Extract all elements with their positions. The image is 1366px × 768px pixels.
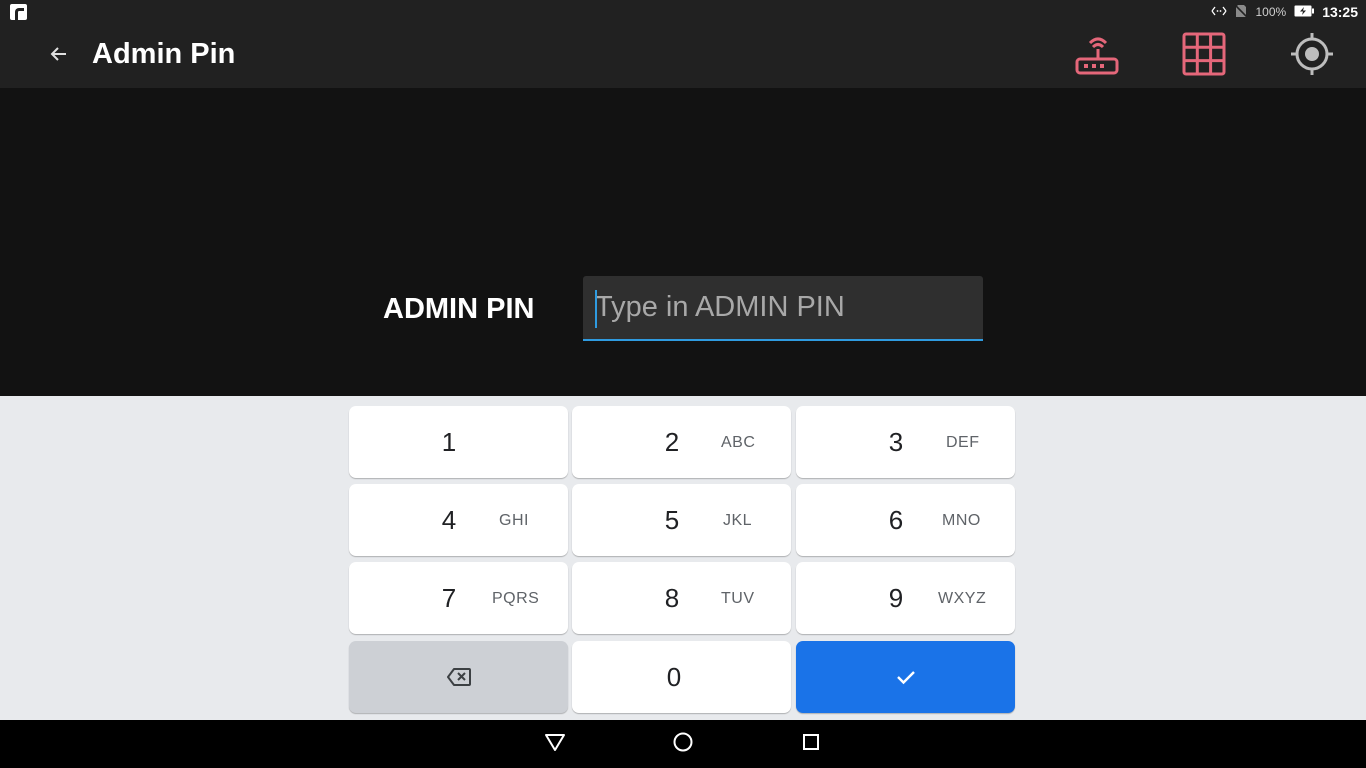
- numeric-keyboard: 1 2 ABC 3 DEF 4 GHI 5 JKL 6 MNO 7 PQRS 8…: [0, 396, 1366, 720]
- key-7[interactable]: 7 PQRS: [349, 562, 568, 634]
- backspace-icon: [349, 641, 568, 713]
- nav-home-button[interactable]: [671, 732, 695, 756]
- key-9[interactable]: 9 WXYZ: [796, 562, 1015, 634]
- backspace-key[interactable]: [349, 641, 568, 713]
- battery-charging-icon: [1294, 5, 1315, 20]
- key-2[interactable]: 2 ABC: [572, 406, 791, 478]
- key-letters: WXYZ: [938, 590, 987, 607]
- recents-square-icon: [801, 732, 821, 757]
- status-bar: 100% 13:25: [0, 0, 1366, 24]
- done-key[interactable]: [796, 641, 1015, 713]
- key-1[interactable]: 1: [349, 406, 568, 478]
- admin-pin-label: ADMIN PIN: [383, 293, 535, 325]
- key-letters: ABC: [721, 434, 756, 451]
- key-0[interactable]: 0: [572, 641, 791, 713]
- check-icon: [796, 641, 1015, 713]
- key-letters: GHI: [499, 512, 529, 529]
- text-cursor: [595, 290, 597, 328]
- key-8[interactable]: 8 TUV: [572, 562, 791, 634]
- battery-percent: 100%: [1255, 5, 1287, 19]
- data-transfer-icon: [1211, 5, 1228, 20]
- back-arrow-icon: [50, 45, 68, 68]
- admin-pin-input[interactable]: [583, 276, 983, 339]
- home-circle-icon: [672, 731, 694, 758]
- key-letters: JKL: [723, 512, 753, 529]
- nav-back-button[interactable]: [543, 732, 567, 756]
- back-button[interactable]: [39, 36, 79, 76]
- back-triangle-icon: [544, 732, 566, 757]
- locate-button[interactable]: [1286, 32, 1338, 80]
- nav-recents-button[interactable]: [799, 732, 823, 756]
- grid-icon: [1181, 32, 1227, 81]
- grid-button[interactable]: [1178, 32, 1230, 80]
- key-letters: TUV: [721, 590, 755, 607]
- no-sim-icon: [1234, 3, 1249, 21]
- page-title: Admin Pin: [92, 38, 236, 70]
- gps-locate-icon: [1289, 31, 1335, 82]
- key-letters: MNO: [942, 512, 981, 529]
- key-letters: PQRS: [492, 590, 540, 607]
- app-badge-icon: [10, 4, 27, 21]
- key-digit: 0: [666, 662, 682, 692]
- pin-form: ADMIN PIN: [0, 88, 1366, 396]
- router-button[interactable]: [1070, 32, 1122, 80]
- admin-pin-field[interactable]: [583, 276, 983, 341]
- clock: 13:25: [1322, 4, 1358, 20]
- app-bar: Admin Pin: [0, 24, 1366, 88]
- key-6[interactable]: 6 MNO: [796, 484, 1015, 556]
- key-4[interactable]: 4 GHI: [349, 484, 568, 556]
- key-letters: DEF: [946, 434, 980, 451]
- key-5[interactable]: 5 JKL: [572, 484, 791, 556]
- key-3[interactable]: 3 DEF: [796, 406, 1015, 478]
- status-indicators: 100% 13:25: [1211, 0, 1358, 24]
- key-digit: 1: [441, 427, 457, 457]
- system-nav-bar: [0, 720, 1366, 768]
- router-icon: [1072, 31, 1120, 82]
